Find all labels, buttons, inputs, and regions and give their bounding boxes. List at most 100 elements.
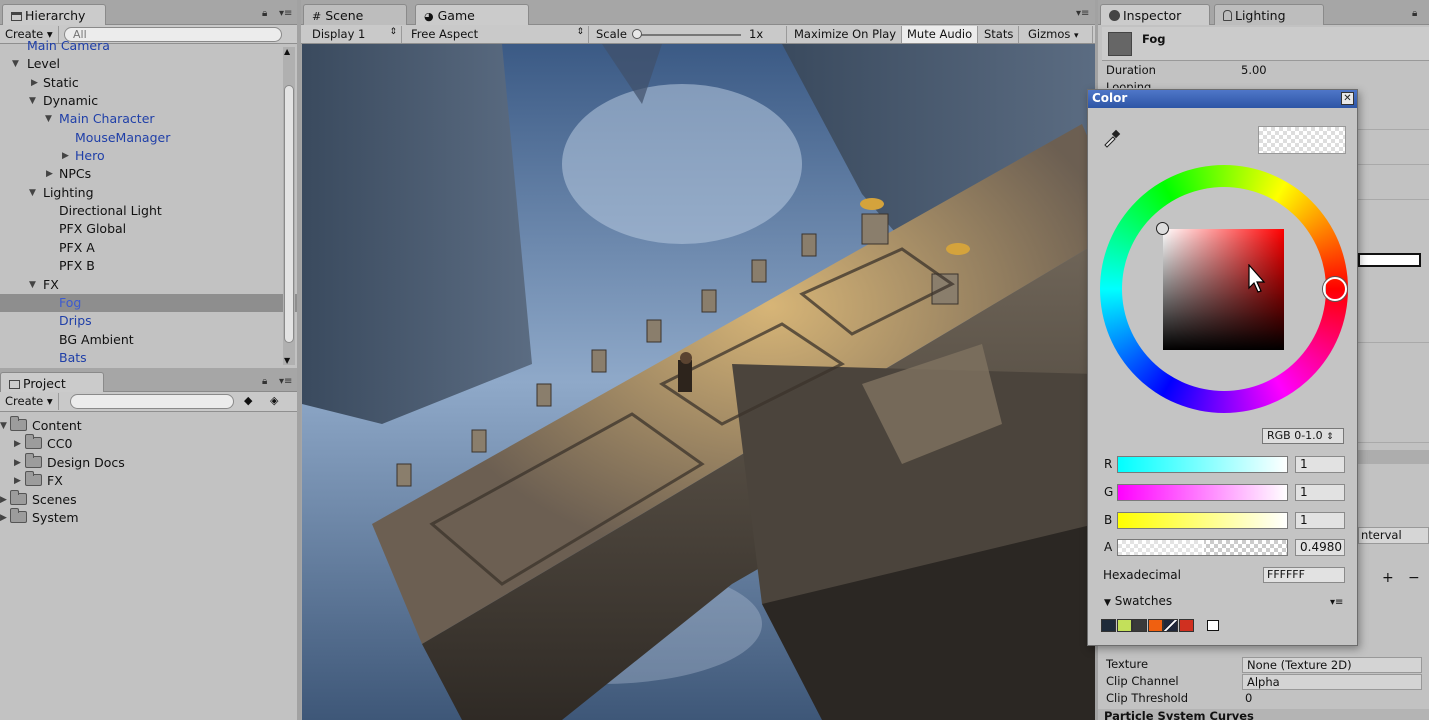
panel-menu-icon[interactable]: ▾≡ [279, 8, 292, 19]
list-item[interactable]: ▶ Scenes [0, 490, 297, 509]
hue-handle[interactable] [1323, 277, 1347, 301]
tab-inspector[interactable]: Inspector [1100, 4, 1210, 25]
lock-icon[interactable]: 🔒︎ [262, 8, 267, 19]
collapse-arrow-icon[interactable]: ▶ [0, 491, 7, 509]
collapse-arrow-icon[interactable]: ▶ [14, 454, 21, 472]
list-item[interactable]: ▼ Lighting [0, 184, 281, 202]
sv-handle[interactable] [1156, 222, 1169, 235]
panel-menu-icon[interactable]: ▾≡ [1076, 8, 1089, 19]
swatch[interactable] [1163, 619, 1178, 632]
green-slider[interactable] [1117, 484, 1288, 501]
alpha-slider[interactable] [1117, 539, 1288, 556]
filter-by-label-icon[interactable]: ◈ [270, 394, 278, 407]
list-item[interactable]: PFX A [0, 239, 281, 257]
add-swatch-button[interactable] [1207, 620, 1219, 631]
list-item[interactable]: ▶ Static [0, 74, 281, 92]
project-search-input[interactable] [70, 394, 234, 409]
list-item[interactable]: ▶ FX [0, 471, 297, 490]
collapse-arrow-icon[interactable]: ▶ [0, 509, 7, 527]
expand-arrow-icon[interactable]: ▼ [12, 55, 19, 73]
expand-arrow-icon[interactable]: ▼ [45, 110, 52, 128]
list-item[interactable]: ▼ Content [0, 416, 297, 435]
hierarchy-scrollbar[interactable]: ▲ ▼ [283, 47, 295, 365]
red-slider[interactable] [1117, 456, 1288, 473]
list-item[interactable]: Directional Light [0, 202, 281, 220]
maximize-on-play-toggle[interactable]: Maximize On Play [789, 26, 903, 43]
game-viewport[interactable] [302, 44, 1095, 720]
filter-by-type-icon[interactable]: ◆ [244, 394, 252, 407]
blue-value-field[interactable]: 1 [1295, 512, 1345, 529]
mute-audio-toggle[interactable]: Mute Audio [902, 26, 979, 43]
list-item[interactable]: ▼ Level [0, 55, 281, 73]
hex-input[interactable]: FFFFFF [1263, 567, 1345, 583]
duration-value[interactable]: 5.00 [1241, 63, 1267, 77]
expand-arrow-icon[interactable]: ▼ [29, 184, 36, 202]
panel-menu-icon[interactable]: ▾≡ [279, 376, 292, 387]
list-item[interactable]: ▶ Design Docs [0, 453, 297, 472]
list-item-selected[interactable]: Fog [0, 294, 297, 312]
scroll-down-icon[interactable]: ▼ [284, 356, 290, 365]
scroll-thumb[interactable] [284, 85, 294, 343]
list-item[interactable]: PFX Global [0, 220, 281, 238]
list-item[interactable]: MouseManager [0, 129, 281, 147]
gizmos-toggle[interactable]: Gizmos ▾ [1023, 26, 1093, 43]
green-value-field[interactable]: 1 [1295, 484, 1345, 501]
stats-toggle[interactable]: Stats [979, 26, 1020, 43]
tab-lighting[interactable]: Lighting [1214, 4, 1324, 25]
swatch[interactable] [1147, 619, 1163, 632]
collapse-arrow-icon[interactable]: ▶ [14, 435, 21, 453]
swatches-header[interactable]: ▼ Swatches [1104, 594, 1172, 608]
expand-arrow-icon[interactable]: ▼ [29, 276, 36, 294]
lock-icon[interactable]: 🔒︎ [262, 376, 267, 387]
collapse-arrow-icon[interactable]: ▶ [14, 472, 21, 490]
list-item[interactable]: ▼ FX [0, 276, 281, 294]
swatches-menu-icon[interactable]: ▾≡ [1330, 597, 1343, 608]
expand-arrow-icon[interactable]: ▼ [0, 417, 7, 435]
interval-field-fragment[interactable]: nterval [1358, 527, 1429, 544]
close-icon[interactable]: ✕ [1341, 92, 1354, 105]
display-dropdown[interactable]: Display 1 ⇕ [307, 26, 402, 43]
list-item[interactable]: ▼ Main Character [0, 110, 281, 128]
list-item[interactable]: ▶ System [0, 508, 297, 527]
clip-threshold-value[interactable]: 0 [1245, 691, 1252, 705]
eyedropper-icon[interactable] [1102, 128, 1122, 148]
list-item[interactable]: Drips [0, 312, 281, 330]
list-item[interactable]: ▶ Hero [0, 147, 281, 165]
tab-game[interactable]: ◕ Game [415, 4, 529, 25]
project-create-button[interactable]: Create ▾ [0, 393, 59, 410]
color-picker-titlebar[interactable]: Color ✕ [1088, 90, 1357, 108]
scale-slider-track[interactable] [634, 34, 741, 36]
scale-slider-handle[interactable] [632, 29, 642, 39]
red-value-field[interactable]: 1 [1295, 456, 1345, 473]
add-icon[interactable]: + [1382, 570, 1394, 586]
scroll-up-icon[interactable]: ▲ [284, 47, 290, 56]
collapse-arrow-icon[interactable]: ▶ [31, 74, 38, 92]
swatch[interactable] [1101, 619, 1116, 632]
swatch[interactable] [1178, 619, 1194, 632]
color-mode-dropdown[interactable]: RGB 0-1.0 ⇕ [1262, 428, 1344, 444]
tab-hierarchy[interactable]: Hierarchy [2, 4, 106, 25]
aspect-dropdown[interactable]: Free Aspect ⇕ [406, 26, 589, 43]
curves-header[interactable]: Particle System Curves [1098, 709, 1429, 720]
clip-channel-dropdown[interactable]: Alpha [1242, 674, 1422, 690]
remove-icon[interactable]: − [1408, 570, 1420, 586]
blue-slider[interactable] [1117, 512, 1288, 529]
alpha-slider-marker[interactable] [1202, 540, 1205, 555]
alpha-value-field[interactable]: 0.4980 [1295, 539, 1345, 556]
list-item[interactable]: ▼ Dynamic [0, 92, 281, 110]
collapse-arrow-icon[interactable]: ▶ [46, 165, 53, 183]
list-item[interactable]: BG Ambient [0, 331, 281, 349]
color-field-preview[interactable] [1358, 253, 1421, 267]
swatch[interactable] [1132, 619, 1147, 632]
swatch[interactable] [1116, 619, 1132, 632]
list-item[interactable]: Main Camera [0, 37, 281, 55]
expand-arrow-icon[interactable]: ▼ [29, 92, 36, 110]
lock-icon[interactable]: 🔒︎ [1412, 8, 1417, 19]
list-item[interactable]: Bats [0, 349, 281, 367]
tab-project[interactable]: Project [0, 372, 104, 393]
collapse-arrow-icon[interactable]: ▶ [62, 147, 69, 165]
texture-field[interactable]: None (Texture 2D) [1242, 657, 1422, 673]
list-item[interactable]: ▶ NPCs [0, 165, 281, 183]
tab-scene[interactable]: # Scene [303, 4, 407, 25]
list-item[interactable]: PFX B [0, 257, 281, 275]
